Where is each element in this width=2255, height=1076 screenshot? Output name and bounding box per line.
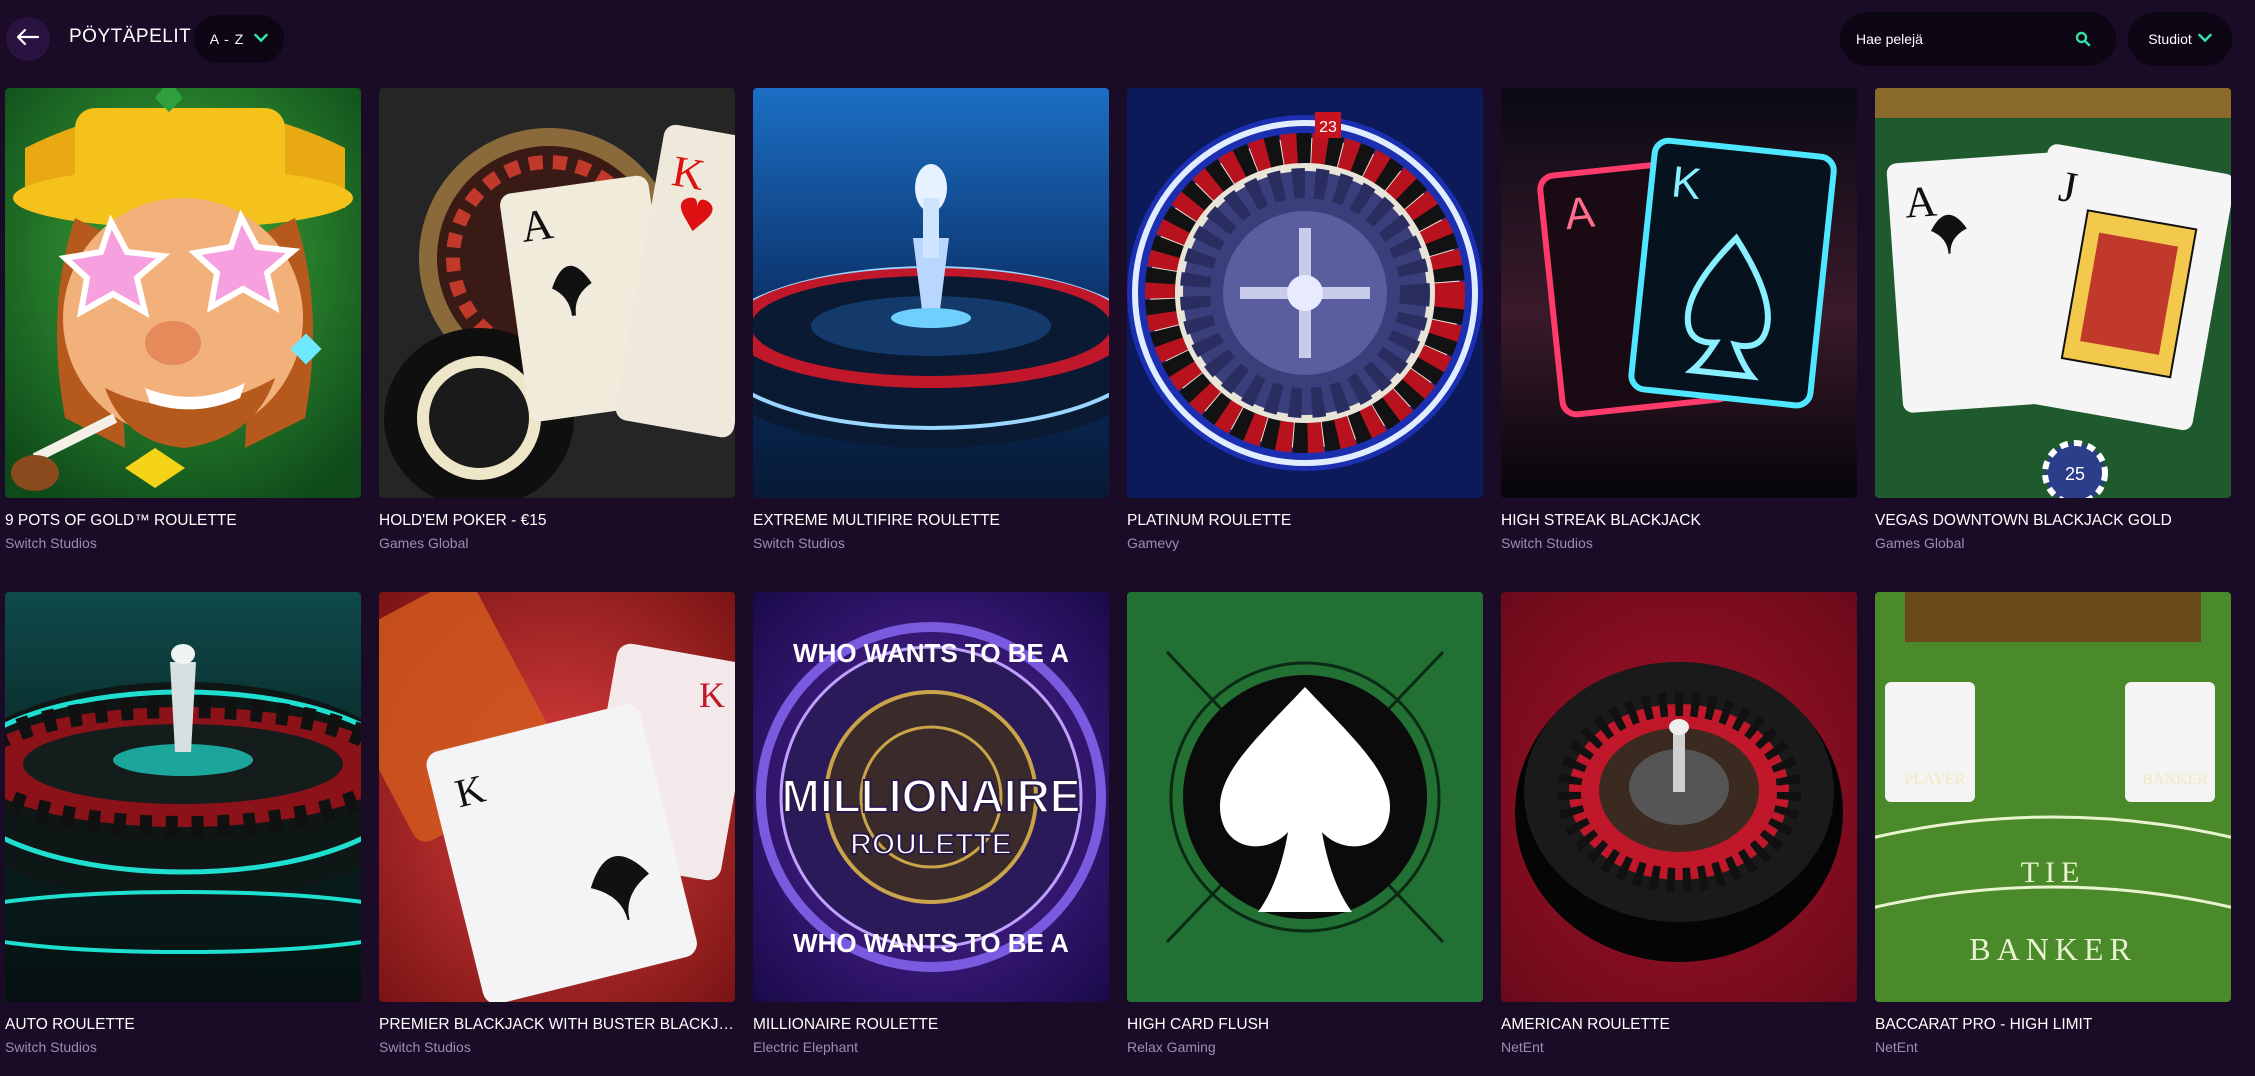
game-thumbnail-poker: A K	[379, 88, 735, 498]
game-title: HOLD'EM POKER - €15	[379, 512, 547, 529]
bet-area-tie: TIE	[2021, 856, 2086, 889]
game-title: EXTREME MULTIFIRE ROULETTE	[753, 512, 1000, 529]
bet-area-player: PLAYER	[1905, 771, 1966, 788]
game-studio: Gamevy	[1127, 535, 1180, 551]
art-bottom-text: WHO WANTS TO BE A	[793, 928, 1069, 958]
game-title: VEGAS DOWNTOWN BLACKJACK GOLD	[1875, 512, 2172, 529]
game-thumbnail-leprechaun	[5, 88, 361, 498]
game-tile[interactable]: K K PREMIER BLACKJACK WITH BUSTER BLACKJ…	[379, 592, 735, 1055]
art-main-text: MILLIONAIRE	[782, 770, 1081, 822]
game-tile[interactable]: A K HOLD'EM POKER - €15 Games Global	[379, 88, 735, 551]
game-title: BACCARAT PRO - HIGH LIMIT	[1875, 1016, 2093, 1033]
game-title: MILLIONAIRE ROULETTE	[753, 1016, 939, 1033]
game-thumbnail-platinum-wheel: 23	[1127, 88, 1483, 498]
game-title: PLATINUM ROULETTE	[1127, 512, 1292, 529]
game-tile[interactable]: WHO WANTS TO BE A MILLIONAIRE ROULETTE W…	[753, 592, 1109, 1055]
card-rank: A	[1903, 177, 1938, 228]
game-studio: Switch Studios	[5, 535, 97, 551]
art-top-text: WHO WANTS TO BE A	[793, 638, 1069, 668]
game-studio: Switch Studios	[1501, 535, 1593, 551]
game-title: HIGH CARD FLUSH	[1127, 1016, 1270, 1033]
game-studio: Relax Gaming	[1127, 1039, 1216, 1055]
game-thumbnail-millionaire: WHO WANTS TO BE A MILLIONAIRE ROULETTE W…	[753, 592, 1109, 1002]
game-studio: Switch Studios	[5, 1039, 97, 1055]
game-thumbnail-blackjack-cards: A J 25	[1875, 88, 2231, 498]
game-thumbnail-blue-roulette	[753, 88, 1109, 498]
game-tile[interactable]: AUTO ROULETTE Switch Studios	[5, 592, 361, 1055]
game-thumbnail-spade	[1127, 592, 1483, 1002]
bet-area-banker-big: BANKER	[1969, 931, 2137, 967]
wheel-number: 23	[1319, 119, 1337, 136]
game-tile[interactable]: EXTREME MULTIFIRE ROULETTE Switch Studio…	[753, 88, 1109, 551]
bet-area-banker: BANKER	[2142, 771, 2208, 788]
game-tile[interactable]: A K HIGH STREAK BLACKJACK Switch Studios	[1501, 88, 1857, 551]
card-rank: K	[1669, 157, 1703, 209]
game-title: AMERICAN ROULETTE	[1501, 1016, 1670, 1033]
art-sub-text: ROULETTE	[850, 828, 1012, 861]
card-rank: K	[699, 675, 725, 715]
game-title: PREMIER BLACKJACK WITH BUSTER BLACKJAC..…	[379, 1016, 735, 1033]
game-studio: Switch Studios	[379, 1039, 471, 1055]
game-thumbnail-american-wheel	[1501, 592, 1857, 1002]
game-studio: Electric Elephant	[753, 1039, 859, 1055]
game-title: HIGH STREAK BLACKJACK	[1501, 512, 1701, 529]
game-studio: NetEnt	[1875, 1039, 1918, 1055]
game-studio: Switch Studios	[753, 535, 845, 551]
game-tile[interactable]: HIGH CARD FLUSH Relax Gaming	[1127, 592, 1483, 1055]
game-grid: 9 POTS OF GOLD™ ROULETTE Switch Studios …	[0, 0, 2255, 1076]
card-rank: A	[1562, 187, 1597, 239]
game-thumbnail-red-king: K K	[379, 592, 735, 1002]
game-title: AUTO ROULETTE	[5, 1016, 135, 1033]
game-tile[interactable]: PLAYER BANKER TIE BANKER BACCARAT PRO - …	[1875, 592, 2231, 1055]
game-thumbnail-baccarat: PLAYER BANKER TIE BANKER	[1875, 592, 2231, 1002]
game-thumbnail-neon-cards: A K	[1501, 88, 1857, 498]
game-tile[interactable]: AMERICAN ROULETTE NetEnt	[1501, 592, 1857, 1055]
game-tile[interactable]: 9 POTS OF GOLD™ ROULETTE Switch Studios	[5, 88, 361, 551]
game-tile[interactable]: A J 25 VEGAS DOWNTOWN BLACKJACK GOLD Gam…	[1875, 88, 2231, 551]
game-studio: NetEnt	[1501, 1039, 1544, 1055]
game-thumbnail-teal-roulette	[5, 592, 361, 1002]
game-title: 9 POTS OF GOLD™ ROULETTE	[5, 512, 237, 529]
chip-value: 25	[2065, 464, 2085, 484]
game-studio: Games Global	[1875, 535, 1965, 551]
game-tile[interactable]: 23 PLATINUM ROULETTE Gamevy	[1127, 88, 1483, 551]
game-studio: Games Global	[379, 535, 469, 551]
